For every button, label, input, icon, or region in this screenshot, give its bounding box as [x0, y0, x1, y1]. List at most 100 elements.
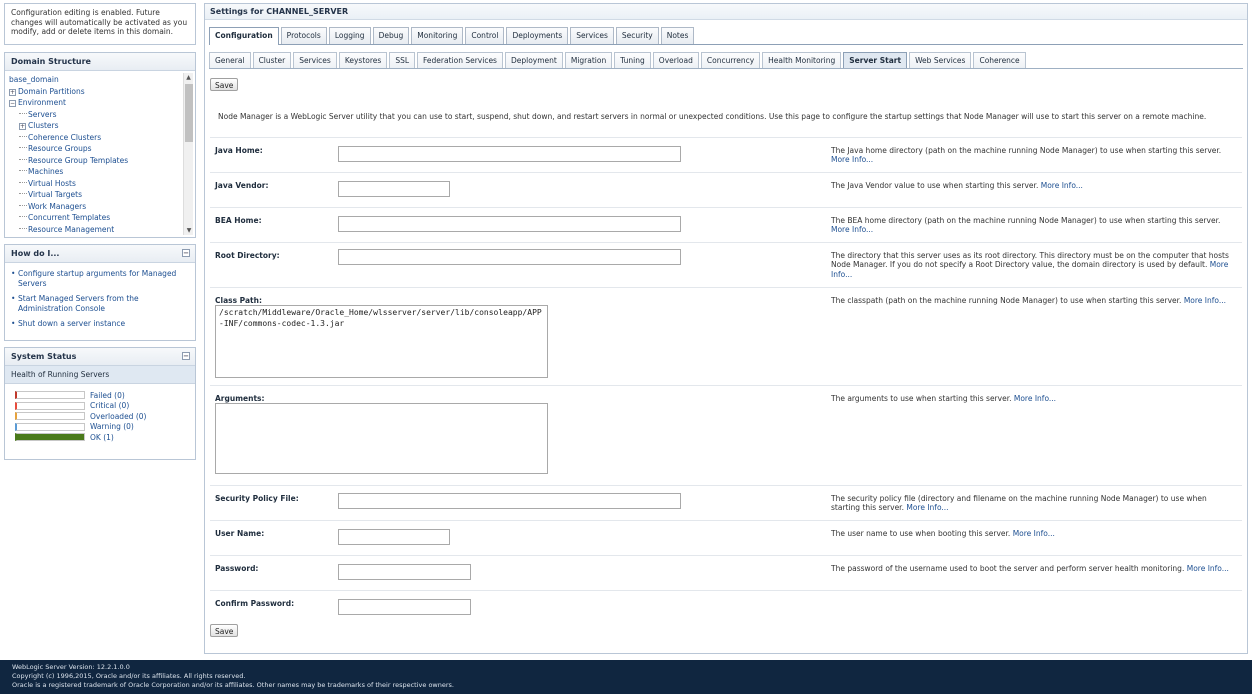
how-do-i-link[interactable]: Start Managed Servers from the Administr… [11, 294, 189, 313]
tree-node-label[interactable]: Resource Groups [28, 144, 92, 153]
subtab-overload[interactable]: Overload [652, 52, 699, 68]
health-label[interactable]: OK (1) [90, 433, 114, 442]
tab-logging[interactable]: Logging [328, 27, 371, 44]
tree-node[interactable]: Coherence Clusters [9, 132, 177, 144]
tab-configuration[interactable]: Configuration [209, 27, 279, 45]
java-vendor-label: Java Vendor: [215, 181, 269, 190]
more-info-link[interactable]: More Info... [1041, 181, 1083, 190]
tree-node[interactable]: Resource Management [9, 224, 177, 236]
subtab-concurrency[interactable]: Concurrency [700, 52, 761, 68]
more-info-link[interactable]: More Info... [1013, 529, 1055, 538]
tab-notes[interactable]: Notes [660, 27, 695, 44]
subtab-tuning[interactable]: Tuning [614, 52, 651, 68]
subtab-general[interactable]: General [209, 52, 251, 68]
tree-node-label[interactable]: base_domain [9, 75, 59, 84]
confirm-password-row: Confirm Password: [210, 590, 1242, 620]
tree-node-label[interactable]: Concurrent Templates [28, 213, 110, 222]
health-label[interactable]: Failed (0) [90, 391, 125, 400]
root-directory-input[interactable] [338, 249, 681, 265]
java-vendor-input[interactable] [338, 181, 450, 197]
health-label[interactable]: Warning (0) [90, 422, 134, 431]
tree-node[interactable]: Virtual Targets [9, 189, 177, 201]
health-label[interactable]: Overloaded (0) [90, 412, 146, 421]
expand-icon[interactable]: + [9, 88, 16, 96]
subtab-deployment[interactable]: Deployment [504, 52, 563, 68]
scroll-thumb[interactable] [185, 84, 193, 142]
security-policy-label: Security Policy File: [215, 494, 299, 503]
how-do-i-link[interactable]: Shut down a server instance [11, 319, 189, 329]
password-input[interactable] [338, 564, 471, 580]
change-center: Configuration editing is enabled. Future… [4, 3, 196, 45]
tree-node-label[interactable]: Servers [28, 110, 57, 119]
tree-node-label[interactable]: Work Managers [28, 202, 86, 211]
tree-node[interactable]: Work Managers [9, 201, 177, 213]
save-button[interactable]: Save [210, 78, 239, 91]
tree-node[interactable]: Virtual Hosts [9, 178, 177, 190]
tree-node[interactable]: + Domain Partitions [9, 86, 177, 98]
domain-tree-scrollbar[interactable]: ▲ ▼ [183, 73, 193, 235]
tree-node[interactable]: Concurrent Templates [9, 212, 177, 224]
bea-home-input[interactable] [338, 216, 681, 232]
tree-node[interactable]: + Clusters [9, 120, 177, 132]
more-info-link[interactable]: More Info... [831, 225, 873, 234]
arguments-textarea[interactable] [215, 403, 548, 474]
health-row: Failed (0) [15, 390, 185, 401]
expand-icon[interactable]: + [19, 123, 26, 130]
health-bar [15, 391, 85, 400]
tree-node-label[interactable]: Resource Group Templates [28, 156, 128, 165]
scroll-up-icon[interactable]: ▲ [184, 73, 193, 82]
tab-services[interactable]: Services [570, 27, 614, 44]
scroll-down-icon[interactable]: ▼ [184, 226, 194, 235]
tree-node-label[interactable]: Machines [28, 167, 63, 176]
tab-protocols[interactable]: Protocols [280, 27, 327, 44]
tab-monitoring[interactable]: Monitoring [411, 27, 464, 44]
tree-node[interactable]: Resource Group Templates [9, 155, 177, 167]
confirm-password-input[interactable] [338, 599, 471, 615]
subtab-keystores[interactable]: Keystores [338, 52, 388, 68]
subtab-ssl[interactable]: SSL [389, 52, 416, 68]
tree-node-label[interactable]: Virtual Hosts [28, 179, 76, 188]
health-label[interactable]: Critical (0) [90, 401, 129, 410]
how-do-i-link-text[interactable]: Shut down a server instance [18, 319, 125, 328]
tab-control[interactable]: Control [465, 27, 505, 44]
security-policy-input[interactable] [338, 493, 681, 509]
more-info-link[interactable]: More Info... [906, 503, 948, 512]
how-do-i-link-text[interactable]: Start Managed Servers from the Administr… [18, 294, 139, 313]
subtab-health-monitoring[interactable]: Health Monitoring [762, 52, 842, 68]
tree-node-label[interactable]: Clusters [28, 121, 59, 130]
subtab-cluster[interactable]: Cluster [252, 52, 292, 68]
tree-node-label[interactable]: Coherence Clusters [28, 133, 101, 142]
tree-node[interactable]: Machines [9, 166, 177, 178]
subtab-web-services[interactable]: Web Services [909, 52, 972, 68]
tab-debug[interactable]: Debug [372, 27, 410, 44]
tab-deployments[interactable]: Deployments [506, 27, 569, 44]
subtab-coherence[interactable]: Coherence [973, 52, 1026, 68]
how-do-i-link[interactable]: Configure startup arguments for Managed … [11, 269, 189, 288]
collapse-icon[interactable]: − [182, 352, 190, 360]
more-info-link[interactable]: More Info... [1014, 394, 1056, 403]
tree-node[interactable]: Resource Groups [9, 143, 177, 155]
tree-node[interactable]: base_domain [9, 74, 177, 86]
tree-node-label[interactable]: Environment [18, 98, 66, 107]
tab-security[interactable]: Security [615, 27, 659, 44]
tree-node-label[interactable]: Resource Management [28, 225, 114, 234]
save-button[interactable]: Save [210, 624, 239, 637]
subtab-services[interactable]: Services [293, 52, 337, 68]
collapse-icon[interactable]: − [182, 249, 190, 257]
tree-node-label[interactable]: Virtual Targets [28, 190, 82, 199]
tree-node[interactable]: Servers [9, 109, 177, 121]
user-name-input[interactable] [338, 529, 450, 545]
subtab-server-start[interactable]: Server Start [843, 52, 908, 68]
collapse-icon[interactable]: − [9, 100, 16, 107]
tree-node[interactable]: − Environment [9, 97, 177, 109]
more-info-link[interactable]: More Info... [831, 155, 873, 164]
how-do-i-link-text[interactable]: Configure startup arguments for Managed … [18, 269, 176, 288]
class-path-textarea[interactable] [215, 305, 548, 378]
tree-node-label[interactable]: Domain Partitions [18, 87, 85, 96]
subtab-migration[interactable]: Migration [564, 52, 613, 68]
java-home-input[interactable] [338, 146, 681, 162]
health-subtitle: Health of Running Servers [5, 366, 195, 384]
more-info-link[interactable]: More Info... [1184, 296, 1226, 305]
subtab-federation-services[interactable]: Federation Services [417, 52, 503, 68]
more-info-link[interactable]: More Info... [1187, 564, 1229, 573]
